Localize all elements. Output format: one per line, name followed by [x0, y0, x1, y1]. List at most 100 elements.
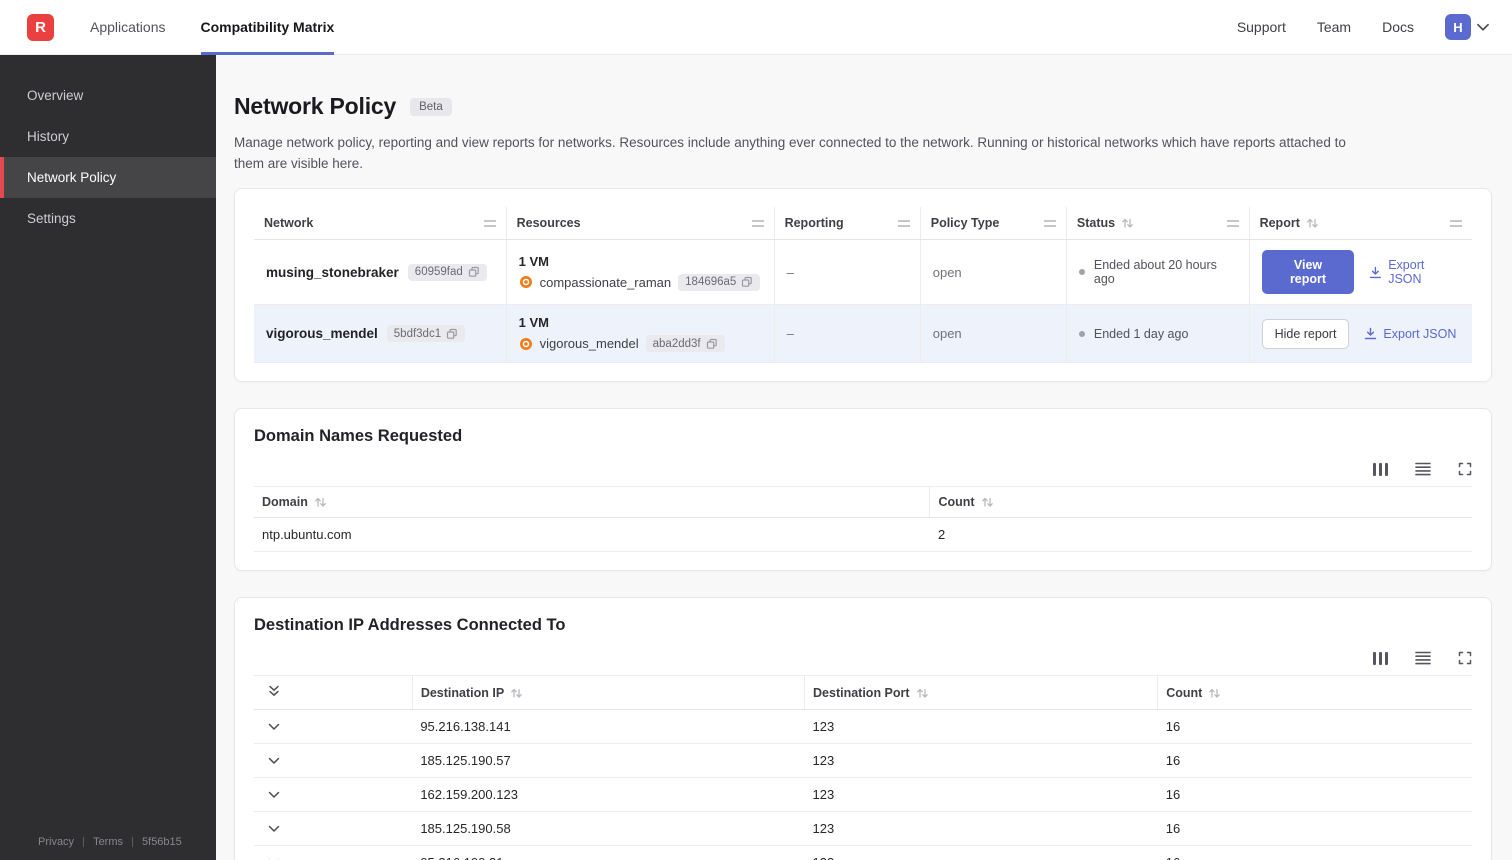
download-icon — [1370, 266, 1382, 278]
columns-icon[interactable] — [1372, 651, 1388, 665]
sort-icon[interactable] — [1306, 217, 1319, 229]
destination-row[interactable]: 162.159.200.123 123 16 — [254, 777, 1472, 812]
resource-name: vigorous_mendel — [539, 336, 639, 351]
copy-icon[interactable] — [706, 338, 718, 350]
column-resize-handle[interactable] — [897, 219, 910, 227]
col-header-report: Report — [1259, 216, 1300, 230]
destination-port-value: 123 — [804, 811, 1158, 846]
domain-value: ntp.ubuntu.com — [254, 517, 930, 552]
destination-row[interactable]: 185.125.190.57 123 16 — [254, 743, 1472, 778]
expand-row-icon[interactable] — [268, 791, 280, 799]
destinations-table: Destination IP Destination Port Count 95… — [254, 675, 1472, 860]
nav-team[interactable]: Team — [1317, 19, 1351, 35]
divider — [83, 837, 85, 847]
network-id-badge: 5bdf3dc1 — [386, 325, 466, 342]
topbar: R Applications Compatibility Matrix Supp… — [0, 0, 1512, 55]
avatar[interactable]: H — [1445, 14, 1471, 40]
status-text: Ended 1 day ago — [1093, 326, 1189, 341]
network-row[interactable]: musing_stonebraker 60959fad 1 VM compass… — [254, 239, 1472, 305]
sidebar-item-overview[interactable]: Overview — [0, 75, 216, 116]
col-header-resources: Resources — [516, 216, 581, 230]
network-name: vigorous_mendel — [266, 326, 378, 341]
count-value: 2 — [929, 517, 1472, 552]
columns-icon[interactable] — [1372, 462, 1388, 476]
reporting-value: – — [774, 304, 921, 363]
count-value: 16 — [1157, 811, 1472, 846]
column-resize-handle[interactable] — [483, 219, 496, 227]
sort-icon[interactable] — [1121, 217, 1134, 229]
top-navigation: Applications Compatibility Matrix — [90, 0, 369, 55]
column-resize-handle[interactable] — [1226, 219, 1239, 227]
domain-names-card: Domain Names Requested Domain Count ntp.… — [234, 408, 1492, 571]
copy-icon[interactable] — [446, 328, 458, 340]
card-title: Destination IP Addresses Connected To — [254, 616, 566, 634]
column-resize-handle[interactable] — [1450, 219, 1462, 227]
view-report-button[interactable]: View report — [1261, 250, 1355, 294]
nav-applications[interactable]: Applications — [90, 0, 166, 55]
destination-port-value: 123 — [804, 709, 1158, 744]
beta-badge: Beta — [410, 97, 452, 116]
nav-support[interactable]: Support — [1237, 19, 1286, 35]
sort-icon[interactable] — [916, 687, 929, 699]
sort-icon[interactable] — [314, 496, 327, 508]
destination-row[interactable]: 95.216.100.21 123 16 — [254, 845, 1472, 860]
user-menu[interactable]: H — [1445, 14, 1490, 40]
sidebar: Overview History Network Policy Settings… — [0, 55, 216, 860]
destination-row[interactable]: 185.125.190.58 123 16 — [254, 811, 1472, 846]
sidebar-item-network-policy[interactable]: Network Policy — [0, 157, 216, 198]
destination-ip-value: 95.216.138.141 — [412, 709, 805, 744]
sort-icon[interactable] — [981, 496, 994, 508]
export-json-link[interactable]: Export JSON — [1369, 258, 1460, 286]
resource-icon — [519, 276, 532, 288]
status-text: Ended about 20 hours ago — [1093, 258, 1217, 286]
app-logo[interactable]: R — [27, 13, 54, 41]
network-name: musing_stonebraker — [266, 264, 399, 280]
hide-report-button[interactable]: Hide report — [1261, 318, 1350, 349]
col-header-count: Count — [1166, 685, 1203, 700]
col-header-network: Network — [264, 216, 314, 230]
sort-icon[interactable] — [1208, 687, 1221, 699]
nav-docs[interactable]: Docs — [1382, 19, 1414, 35]
rows-icon[interactable] — [1415, 651, 1431, 665]
nav-compatibility-matrix[interactable]: Compatibility Matrix — [200, 0, 334, 55]
reporting-value: – — [774, 239, 921, 305]
rows-icon[interactable] — [1415, 462, 1431, 476]
column-resize-handle[interactable] — [1043, 219, 1056, 227]
resource-count: 1 VM — [518, 253, 549, 269]
expand-row-icon[interactable] — [268, 825, 280, 833]
status-dot — [1078, 269, 1085, 275]
col-header-domain: Domain — [262, 495, 308, 509]
download-icon — [1365, 327, 1377, 340]
domain-row[interactable]: ntp.ubuntu.com 2 — [254, 517, 1472, 552]
destination-port-value: 123 — [804, 777, 1158, 812]
destination-port-value: 123 — [804, 845, 1158, 860]
col-header-count: Count — [938, 495, 975, 509]
expand-all-icon[interactable] — [268, 685, 280, 697]
sort-icon[interactable] — [510, 687, 523, 699]
export-json-link[interactable]: Export JSON — [1364, 327, 1456, 341]
network-row[interactable]: vigorous_mendel 5bdf3dc1 1 VM vigorous_m… — [254, 304, 1472, 363]
terms-link[interactable]: Terms — [93, 836, 123, 848]
copy-icon[interactable] — [741, 276, 753, 288]
expand-row-icon[interactable] — [268, 757, 280, 765]
destination-port-value: 123 — [804, 743, 1158, 778]
count-value: 16 — [1157, 845, 1472, 860]
expand-row-icon[interactable] — [268, 723, 280, 731]
fullscreen-icon[interactable] — [1458, 462, 1472, 476]
policy-type-value: open — [920, 304, 1067, 363]
resource-id-badge: 184696a5 — [678, 273, 761, 291]
col-header-policy-type: Policy Type — [930, 216, 1000, 230]
destination-row[interactable]: 95.216.138.141 123 16 — [254, 709, 1472, 744]
sidebar-item-history[interactable]: History — [0, 116, 216, 157]
sidebar-item-settings[interactable]: Settings — [0, 198, 216, 239]
destination-ips-card: Destination IP Addresses Connected To De… — [234, 597, 1492, 860]
build-version: 5f56b15 — [142, 836, 182, 848]
fullscreen-icon[interactable] — [1458, 651, 1472, 665]
main-content: Network Policy Beta Manage network polic… — [216, 55, 1512, 860]
page-title: Network Policy — [234, 93, 397, 119]
resource-id-badge: aba2dd3f — [645, 335, 725, 352]
chevron-down-icon — [1477, 23, 1489, 31]
privacy-link[interactable]: Privacy — [38, 836, 74, 848]
copy-icon[interactable] — [468, 266, 480, 278]
column-resize-handle[interactable] — [751, 219, 764, 227]
